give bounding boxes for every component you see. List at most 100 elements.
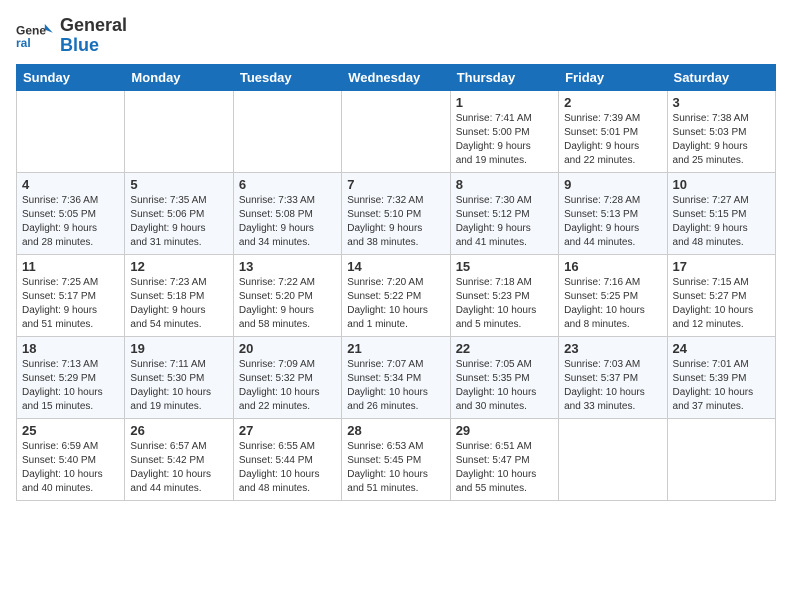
calendar-cell: 14 Sunrise: 7:20 AM Sunset: 5:22 PM Dayli…	[342, 255, 450, 337]
day-number: 13	[239, 259, 336, 274]
day-number: 1	[456, 95, 553, 110]
weekday-header-wednesday: Wednesday	[342, 65, 450, 91]
day-info: Sunrise: 7:09 AM Sunset: 5:32 PM Dayligh…	[239, 358, 336, 414]
day-info: Sunrise: 7:41 AM Sunset: 5:00 PM Dayligh…	[456, 112, 553, 168]
calendar-cell: 24 Sunrise: 7:01 AM Sunset: 5:39 PM Dayli…	[667, 337, 775, 419]
calendar-cell	[559, 419, 667, 501]
day-number: 7	[347, 177, 444, 192]
calendar-cell: 10 Sunrise: 7:27 AM Sunset: 5:15 PM Dayli…	[667, 173, 775, 255]
day-info: Sunrise: 6:57 AM Sunset: 5:42 PM Dayligh…	[130, 440, 227, 496]
calendar-cell: 18 Sunrise: 7:13 AM Sunset: 5:29 PM Dayli…	[17, 337, 125, 419]
weekday-header-saturday: Saturday	[667, 65, 775, 91]
day-number: 14	[347, 259, 444, 274]
day-number: 29	[456, 423, 553, 438]
calendar-cell: 29 Sunrise: 6:51 AM Sunset: 5:47 PM Dayli…	[450, 419, 558, 501]
day-number: 4	[22, 177, 119, 192]
calendar-cell: 28Sunrise: 6:53 AM Sunset: 5:45 PM Dayli…	[342, 419, 450, 501]
day-number: 25	[22, 423, 119, 438]
day-info: Sunrise: 7:11 AM Sunset: 5:30 PM Dayligh…	[130, 358, 227, 414]
day-info: Sunrise: 7:03 AM Sunset: 5:37 PM Dayligh…	[564, 358, 661, 414]
logo-name-line1: General	[60, 16, 127, 36]
calendar-cell: 12Sunrise: 7:23 AM Sunset: 5:18 PM Dayli…	[125, 255, 233, 337]
weekday-header-row: SundayMondayTuesdayWednesdayThursdayFrid…	[17, 65, 776, 91]
page-header: Gene ral General Blue	[16, 16, 776, 56]
svg-text:Gene: Gene	[16, 23, 46, 37]
day-info: Sunrise: 7:16 AM Sunset: 5:25 PM Dayligh…	[564, 276, 661, 332]
calendar-cell: 11 Sunrise: 7:25 AM Sunset: 5:17 PM Dayli…	[17, 255, 125, 337]
calendar-cell: 2 Sunrise: 7:39 AM Sunset: 5:01 PM Daylig…	[559, 91, 667, 173]
day-number: 5	[130, 177, 227, 192]
calendar-week-row: 18 Sunrise: 7:13 AM Sunset: 5:29 PM Dayli…	[17, 337, 776, 419]
calendar-cell: 9Sunrise: 7:28 AM Sunset: 5:13 PM Daylig…	[559, 173, 667, 255]
day-number: 24	[673, 341, 770, 356]
day-info: Sunrise: 7:18 AM Sunset: 5:23 PM Dayligh…	[456, 276, 553, 332]
day-number: 8	[456, 177, 553, 192]
day-info: Sunrise: 7:33 AM Sunset: 5:08 PM Dayligh…	[239, 194, 336, 250]
calendar-week-row: 11 Sunrise: 7:25 AM Sunset: 5:17 PM Dayli…	[17, 255, 776, 337]
day-info: Sunrise: 7:23 AM Sunset: 5:18 PM Dayligh…	[130, 276, 227, 332]
logo-name-line2: Blue	[60, 36, 127, 56]
day-info: Sunrise: 7:39 AM Sunset: 5:01 PM Dayligh…	[564, 112, 661, 168]
day-number: 17	[673, 259, 770, 274]
day-info: Sunrise: 7:01 AM Sunset: 5:39 PM Dayligh…	[673, 358, 770, 414]
day-number: 21	[347, 341, 444, 356]
day-number: 15	[456, 259, 553, 274]
calendar-cell: 21 Sunrise: 7:07 AM Sunset: 5:34 PM Dayli…	[342, 337, 450, 419]
day-number: 27	[239, 423, 336, 438]
calendar-cell	[17, 91, 125, 173]
calendar-cell: 15 Sunrise: 7:18 AM Sunset: 5:23 PM Dayli…	[450, 255, 558, 337]
day-info: Sunrise: 7:20 AM Sunset: 5:22 PM Dayligh…	[347, 276, 444, 332]
day-number: 16	[564, 259, 661, 274]
calendar-cell: 3 Sunrise: 7:38 AM Sunset: 5:03 PM Daylig…	[667, 91, 775, 173]
day-info: Sunrise: 7:30 AM Sunset: 5:12 PM Dayligh…	[456, 194, 553, 250]
calendar-cell: 20 Sunrise: 7:09 AM Sunset: 5:32 PM Dayli…	[233, 337, 341, 419]
day-info: Sunrise: 6:51 AM Sunset: 5:47 PM Dayligh…	[456, 440, 553, 496]
day-number: 28	[347, 423, 444, 438]
day-info: Sunrise: 7:05 AM Sunset: 5:35 PM Dayligh…	[456, 358, 553, 414]
calendar-cell: 23 Sunrise: 7:03 AM Sunset: 5:37 PM Dayli…	[559, 337, 667, 419]
day-info: Sunrise: 7:13 AM Sunset: 5:29 PM Dayligh…	[22, 358, 119, 414]
day-number: 19	[130, 341, 227, 356]
day-info: Sunrise: 7:32 AM Sunset: 5:10 PM Dayligh…	[347, 194, 444, 250]
day-number: 20	[239, 341, 336, 356]
calendar-cell: 13 Sunrise: 7:22 AM Sunset: 5:20 PM Dayli…	[233, 255, 341, 337]
logo: Gene ral General Blue	[16, 16, 127, 56]
calendar-cell: 27 Sunrise: 6:55 AM Sunset: 5:44 PM Dayli…	[233, 419, 341, 501]
calendar-cell: 6Sunrise: 7:33 AM Sunset: 5:08 PM Daylig…	[233, 173, 341, 255]
calendar-week-row: 25 Sunrise: 6:59 AM Sunset: 5:40 PM Dayli…	[17, 419, 776, 501]
calendar-cell	[342, 91, 450, 173]
day-info: Sunrise: 7:36 AM Sunset: 5:05 PM Dayligh…	[22, 194, 119, 250]
calendar-cell: 4 Sunrise: 7:36 AM Sunset: 5:05 PM Daylig…	[17, 173, 125, 255]
calendar-cell: 19 Sunrise: 7:11 AM Sunset: 5:30 PM Dayli…	[125, 337, 233, 419]
day-info: Sunrise: 7:25 AM Sunset: 5:17 PM Dayligh…	[22, 276, 119, 332]
calendar-cell: 25 Sunrise: 6:59 AM Sunset: 5:40 PM Dayli…	[17, 419, 125, 501]
day-info: Sunrise: 7:38 AM Sunset: 5:03 PM Dayligh…	[673, 112, 770, 168]
day-number: 9	[564, 177, 661, 192]
calendar-cell: 22Sunrise: 7:05 AM Sunset: 5:35 PM Dayli…	[450, 337, 558, 419]
svg-text:ral: ral	[16, 36, 31, 50]
day-info: Sunrise: 7:22 AM Sunset: 5:20 PM Dayligh…	[239, 276, 336, 332]
day-info: Sunrise: 7:07 AM Sunset: 5:34 PM Dayligh…	[347, 358, 444, 414]
day-info: Sunrise: 6:59 AM Sunset: 5:40 PM Dayligh…	[22, 440, 119, 496]
weekday-header-tuesday: Tuesday	[233, 65, 341, 91]
weekday-header-sunday: Sunday	[17, 65, 125, 91]
calendar-cell: 1 Sunrise: 7:41 AM Sunset: 5:00 PM Daylig…	[450, 91, 558, 173]
day-info: Sunrise: 7:27 AM Sunset: 5:15 PM Dayligh…	[673, 194, 770, 250]
day-number: 3	[673, 95, 770, 110]
day-number: 23	[564, 341, 661, 356]
calendar-cell: 16 Sunrise: 7:16 AM Sunset: 5:25 PM Dayli…	[559, 255, 667, 337]
weekday-header-monday: Monday	[125, 65, 233, 91]
calendar-week-row: 4 Sunrise: 7:36 AM Sunset: 5:05 PM Daylig…	[17, 173, 776, 255]
calendar-cell: 5Sunrise: 7:35 AM Sunset: 5:06 PM Daylig…	[125, 173, 233, 255]
weekday-header-thursday: Thursday	[450, 65, 558, 91]
logo-svg: Gene ral	[16, 16, 56, 56]
day-number: 26	[130, 423, 227, 438]
day-number: 2	[564, 95, 661, 110]
calendar-cell	[667, 419, 775, 501]
weekday-header-friday: Friday	[559, 65, 667, 91]
day-number: 11	[22, 259, 119, 274]
day-info: Sunrise: 6:55 AM Sunset: 5:44 PM Dayligh…	[239, 440, 336, 496]
day-number: 10	[673, 177, 770, 192]
calendar-table: SundayMondayTuesdayWednesdayThursdayFrid…	[16, 64, 776, 501]
day-number: 18	[22, 341, 119, 356]
